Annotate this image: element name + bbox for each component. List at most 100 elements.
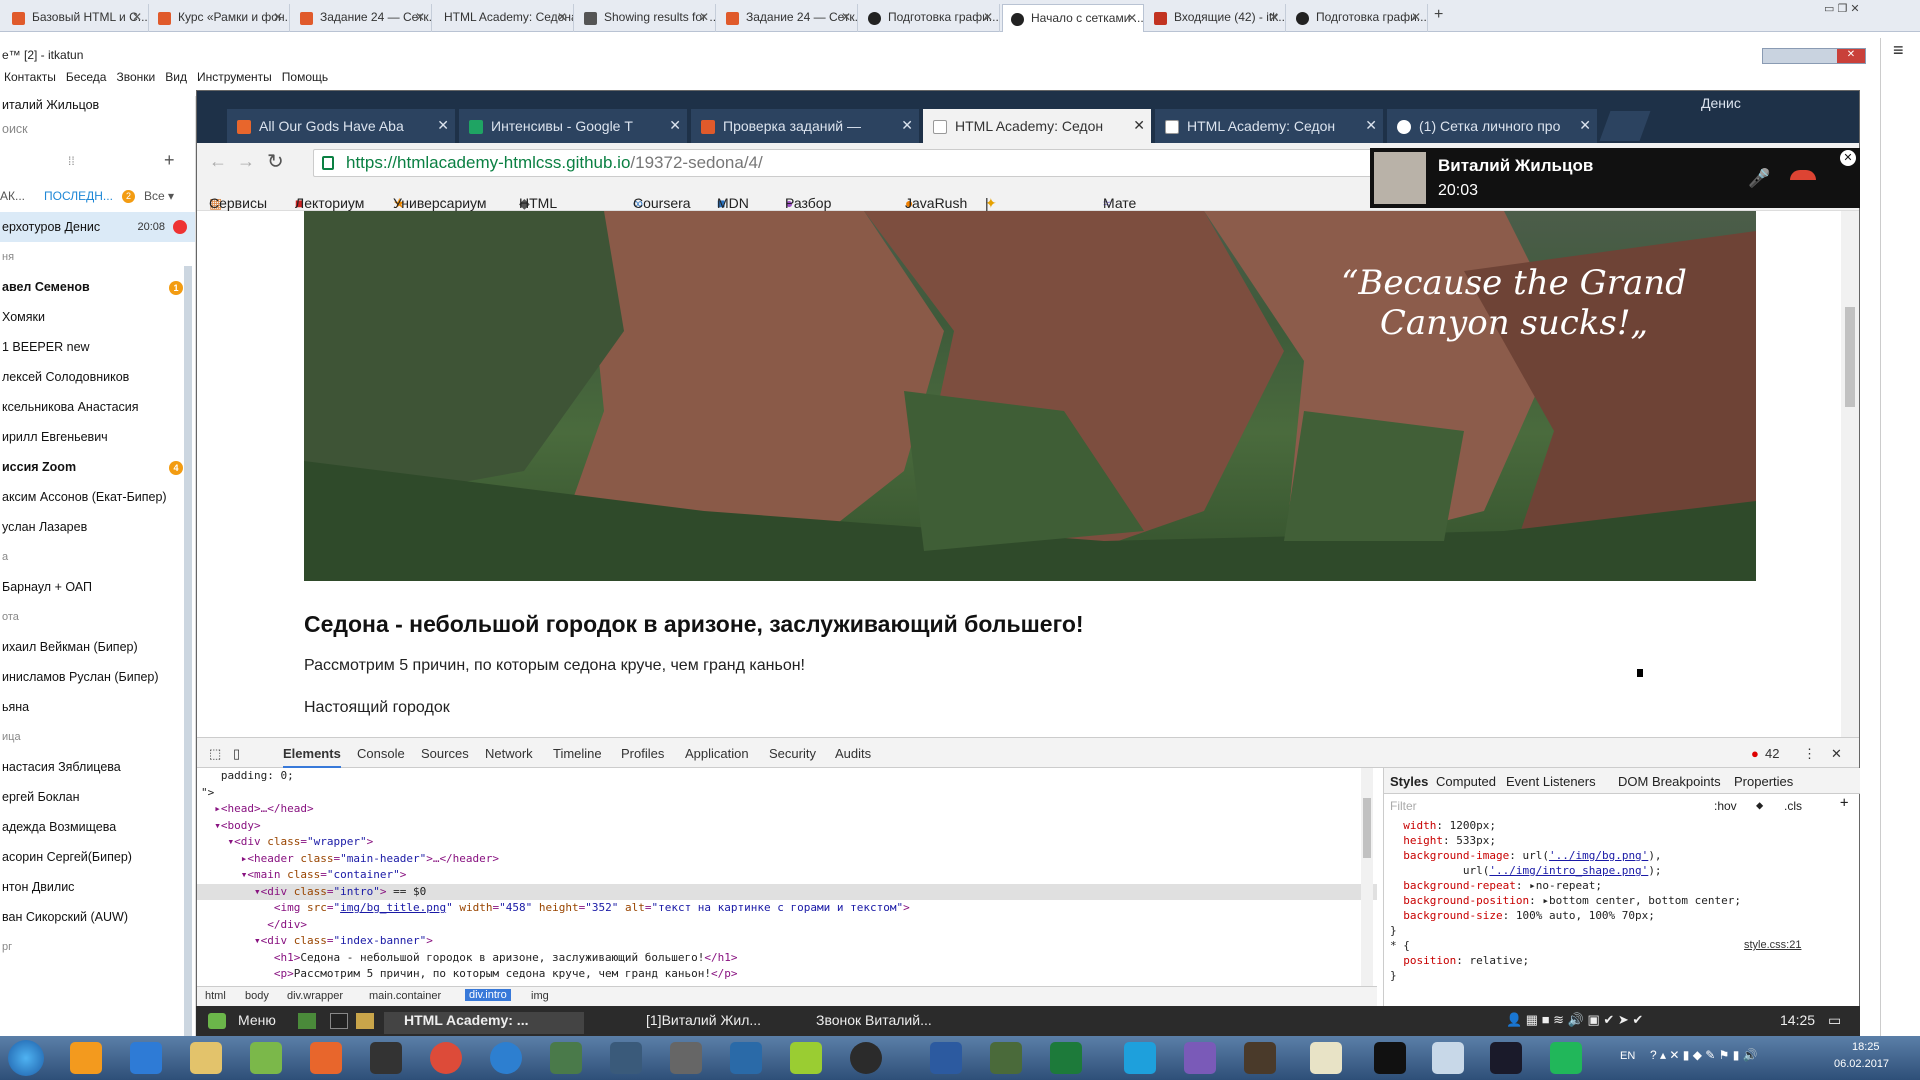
explorer-icon[interactable] xyxy=(190,1042,222,1074)
menu-item[interactable]: Вид xyxy=(165,70,187,84)
more-icon[interactable]: ⋮ xyxy=(1803,746,1816,762)
contact-item[interactable]: ван Сикорский (AUW) xyxy=(0,902,195,932)
close-icon[interactable]: ✕ xyxy=(983,10,993,24)
app-icon[interactable] xyxy=(1310,1042,1342,1074)
breadcrumb-item-active[interactable]: div.intro xyxy=(465,989,511,1001)
contact-item[interactable]: ихаил Вейкман (Бипер) xyxy=(0,632,195,662)
devtools-tab[interactable]: Console xyxy=(357,746,405,761)
outer-tab[interactable]: Входящие (42) - itk... ✕ xyxy=(1146,4,1286,32)
mic-icon[interactable]: 🎤 xyxy=(1748,168,1770,189)
excel-icon[interactable] xyxy=(1050,1042,1082,1074)
headphones-icon[interactable] xyxy=(370,1042,402,1074)
outer-tab-active[interactable]: Начало с сетками ... ✕ xyxy=(1002,4,1144,32)
close-icon[interactable]: ✕ xyxy=(1269,10,1279,24)
taskbar-item[interactable]: HTML Academy: ... xyxy=(384,1012,584,1034)
breadcrumb-item[interactable]: img xyxy=(531,990,549,1002)
outer-tab[interactable]: Базовый HTML и С... ✕ xyxy=(4,4,149,32)
contact-item[interactable]: услан Лазарев xyxy=(0,512,195,542)
outer-tab[interactable]: Showing results for ... ✕ xyxy=(576,4,716,32)
close-icon[interactable]: ✕ xyxy=(1133,117,1145,134)
dialpad-icon[interactable]: ⁞⁞ xyxy=(68,154,75,168)
close-icon[interactable]: ✕ xyxy=(1365,117,1377,134)
clock-date[interactable]: 06.02.2017 xyxy=(1834,1058,1889,1070)
tray-icons[interactable]: 👤 ▦ ■ ≋ 🔊 ▣ ✔ ➤ ✔ xyxy=(1506,1012,1643,1028)
app-icon[interactable] xyxy=(730,1042,762,1074)
filter-all[interactable]: Все xyxy=(144,189,165,203)
terminal-icon[interactable] xyxy=(330,1013,348,1029)
close-icon[interactable]: ✕ xyxy=(557,10,567,24)
add-rule-icon[interactable]: + xyxy=(1840,796,1848,811)
new-tab-button[interactable] xyxy=(1599,111,1651,141)
inner-tab[interactable]: Интенсивы - Google Т ✕ xyxy=(459,109,687,143)
contact-item[interactable]: асорин Сергей(Бипер) xyxy=(0,842,195,872)
devtools-tab[interactable]: Timeline xyxy=(553,746,602,761)
files-icon[interactable] xyxy=(298,1013,316,1029)
app-icon[interactable] xyxy=(1550,1042,1582,1074)
styles-filter-input[interactable]: Filter xyxy=(1390,799,1417,814)
outer-tab[interactable]: Задание 24 — Сетк... ✕ xyxy=(718,4,858,32)
contact-item[interactable]: адежда Возмищева xyxy=(0,812,195,842)
devtools-tab[interactable]: Network xyxy=(485,746,533,761)
breadcrumb-item[interactable]: div.wrapper xyxy=(287,990,343,1002)
close-icon[interactable]: ✕ xyxy=(1840,150,1856,166)
app-icon[interactable] xyxy=(790,1042,822,1074)
forward-icon[interactable]: → xyxy=(237,151,255,172)
add-icon[interactable]: + xyxy=(164,150,175,171)
close-icon[interactable]: ✕ xyxy=(669,117,681,134)
style-source-link[interactable]: style.css:21 xyxy=(1744,938,1801,953)
skype-user-name[interactable]: италий Жильцов xyxy=(0,96,195,120)
page-scrollbar[interactable] xyxy=(1841,211,1859,737)
terminal-icon[interactable] xyxy=(1374,1042,1406,1074)
sublime-icon[interactable] xyxy=(1244,1042,1276,1074)
taskbar-item[interactable]: Звонок Виталий... xyxy=(796,1012,932,1028)
inner-tab[interactable]: HTML Academy: Седон ✕ xyxy=(1155,109,1383,143)
contact-item[interactable]: аксим Ассонов (Екат-Бипер) xyxy=(0,482,195,512)
new-tab-button[interactable]: + xyxy=(1434,6,1443,24)
error-count[interactable]: 42 xyxy=(1765,746,1779,761)
contact-item[interactable]: нтон Двилис xyxy=(0,872,195,902)
back-icon[interactable]: ← xyxy=(209,151,227,172)
devtools-tab[interactable]: Sources xyxy=(421,746,469,761)
elements-scrollbar[interactable] xyxy=(1361,768,1373,986)
folder-icon[interactable] xyxy=(356,1013,374,1029)
styles-tab[interactable]: Styles xyxy=(1390,774,1428,789)
devtools-tab[interactable]: Profiles xyxy=(621,746,664,761)
contact-item[interactable]: ксельникова Анастасия xyxy=(0,392,195,422)
close-icon[interactable]: ✕ xyxy=(1831,746,1842,762)
styles-tab[interactable]: Event Listeners xyxy=(1506,774,1596,789)
skype-icon[interactable] xyxy=(1124,1042,1156,1074)
contact-item[interactable]: иссия Zoom 4 xyxy=(0,452,195,482)
app-icon[interactable] xyxy=(550,1042,582,1074)
taskbar-item[interactable]: [1]Виталий Жил... xyxy=(626,1012,761,1028)
outer-tab[interactable]: Подготовка графи... ✕ xyxy=(860,4,1000,32)
menu-item[interactable]: Помощь xyxy=(282,70,328,84)
close-icon[interactable]: ✕ xyxy=(437,117,449,134)
contact-item[interactable]: настасия Зяблицева xyxy=(0,752,195,782)
skype-search[interactable]: оиск xyxy=(0,120,195,144)
start-button[interactable] xyxy=(8,1040,44,1076)
app-icon[interactable] xyxy=(990,1042,1022,1074)
database-icon[interactable] xyxy=(670,1042,702,1074)
contact-item[interactable]: ьяна xyxy=(0,692,195,722)
contact-item[interactable]: лексей Солодовников xyxy=(0,362,195,392)
menu-item[interactable]: Звонки xyxy=(116,70,155,84)
contact-item[interactable]: ерхотуров Денис 20:08 xyxy=(0,212,195,242)
close-icon[interactable]: ✕ xyxy=(415,10,425,24)
save-icon[interactable] xyxy=(930,1042,962,1074)
menu-item[interactable]: Инструменты xyxy=(197,70,272,84)
close-icon[interactable]: ✕ xyxy=(1127,11,1137,25)
device-icon[interactable]: ▯ xyxy=(233,746,240,762)
inner-tab[interactable]: Проверка заданий — ✕ xyxy=(691,109,919,143)
contact-item[interactable]: ергей Боклан xyxy=(0,782,195,812)
scroll-thumb[interactable] xyxy=(1363,798,1371,858)
language-indicator[interactable]: EN xyxy=(1620,1050,1635,1062)
styles-tab[interactable]: Properties xyxy=(1734,774,1793,789)
close-icon[interactable]: ✕ xyxy=(699,10,709,24)
close-icon[interactable]: ✕ xyxy=(273,10,283,24)
close-icon[interactable]: ✕ xyxy=(1411,10,1421,24)
contact-item[interactable]: инисламов Руслан (Бипер) xyxy=(0,662,195,692)
skype-window-controls[interactable]: ✕ xyxy=(1762,48,1866,64)
hs-icon[interactable] xyxy=(850,1042,882,1074)
profile-name[interactable]: Денис xyxy=(1701,95,1741,111)
chrome-icon[interactable] xyxy=(430,1042,462,1074)
